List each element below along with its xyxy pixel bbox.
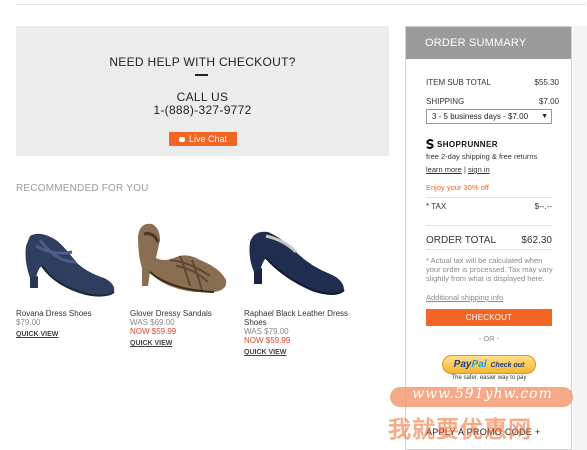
paypal-tagline: The safer, easier way to pay xyxy=(451,375,527,381)
product-card[interactable]: Rovana Dress Shoes $79.00 QUICK VIEW xyxy=(16,206,124,339)
product-image[interactable] xyxy=(130,206,238,306)
phone-number[interactable]: 1-(888)-327-9772 xyxy=(16,103,389,117)
subtotal-label: ITEM SUB TOTAL xyxy=(426,78,491,87)
or-separator: - OR - xyxy=(478,334,500,343)
chat-bubble-icon xyxy=(178,137,185,142)
live-chat-button[interactable]: Live Chat xyxy=(169,132,237,146)
order-total-value: $62.30 xyxy=(521,235,552,246)
product-now-price: NOW $59.99 xyxy=(130,327,177,336)
product-image[interactable] xyxy=(244,206,352,306)
call-us-label: CALL US xyxy=(176,90,229,104)
paypal-checkout-text: Check out xyxy=(490,362,525,369)
product-was-price: WAS $69.00 xyxy=(130,318,175,327)
watermark-text: 我就要优惠网 xyxy=(388,416,532,442)
help-title: NEED HELP WITH CHECKOUT? xyxy=(109,55,296,69)
order-total-label: ORDER TOTAL xyxy=(426,235,497,246)
top-divider xyxy=(16,4,586,5)
divider xyxy=(426,225,552,226)
order-summary-title: ORDER SUMMARY xyxy=(406,27,571,59)
divider xyxy=(426,249,552,250)
divider xyxy=(426,197,552,198)
shipping-label: SHIPPING xyxy=(426,97,465,106)
shipping-value: $7.00 xyxy=(538,97,559,106)
learn-more-link[interactable]: learn more xyxy=(426,165,462,174)
checkout-button[interactable]: CHECKOUT xyxy=(426,309,552,326)
order-total-row: ORDER TOTAL $62.30 xyxy=(426,235,552,246)
subtotal-value: $55.30 xyxy=(534,78,559,87)
product-card[interactable]: Glover Dressy Sandals WAS $69.00 NOW $59… xyxy=(130,206,238,348)
tax-row: * TAX $--.-- xyxy=(426,202,552,211)
product-price: $79.00 xyxy=(16,318,41,327)
paypal-logo: Pay xyxy=(453,359,472,370)
page-scrollbar[interactable] xyxy=(573,26,587,450)
sign-in-link[interactable]: sign in xyxy=(468,165,490,174)
tax-value: $--.-- xyxy=(534,202,552,211)
shipping-method-value: 3 - 5 business days - $7.00 xyxy=(432,112,529,121)
shoprunner-brand: SHOPRUNNER xyxy=(437,139,498,149)
watermark-url: www.591yhw.com xyxy=(412,386,553,402)
product-name[interactable]: Glover Dressy Sandals xyxy=(130,309,238,318)
shoprunner-desc: free 2-day shipping & free returns xyxy=(426,152,538,161)
chevron-down-icon: ▼ xyxy=(539,110,548,123)
subtotal-row: ITEM SUB TOTAL $55.30 xyxy=(426,78,559,87)
help-divider xyxy=(195,74,208,76)
tax-label: * TAX xyxy=(426,202,447,211)
product-card[interactable]: Raphael Black Leather Dress Shoes WAS $7… xyxy=(244,206,352,357)
shoprunner-icon xyxy=(426,139,434,149)
paypal-checkout-button[interactable]: PayPal Check out xyxy=(442,355,536,374)
product-now-price: NOW $59.99 xyxy=(244,336,291,345)
shoprunner-logo: SHOPRUNNER xyxy=(426,139,498,149)
link-separator: | xyxy=(463,165,466,174)
product-name[interactable]: Raphael Black Leather Dress Shoes xyxy=(244,309,352,327)
product-was-price: WAS $79.00 xyxy=(244,327,289,336)
paypal-logo: Pal xyxy=(471,359,487,370)
tax-note: * Actual tax will be calculated when you… xyxy=(426,256,553,283)
recommended-title: RECOMMENDED FOR YOU xyxy=(16,183,149,194)
live-chat-label: Live Chat xyxy=(188,134,228,144)
quick-view-link[interactable]: QUICK VIEW xyxy=(244,348,352,357)
shoprunner-links: learn more | sign in xyxy=(426,165,490,174)
shipping-row: SHIPPING $7.00 xyxy=(426,97,559,106)
discount-offer: Enjoy your 30% off xyxy=(426,183,489,192)
shipping-info-link[interactable]: Additional shipping info xyxy=(426,293,503,302)
shipping-method-select[interactable]: 3 - 5 business days - $7.00 ▼ xyxy=(426,109,552,124)
quick-view-link[interactable]: QUICK VIEW xyxy=(130,339,238,348)
quick-view-link[interactable]: QUICK VIEW xyxy=(16,330,124,339)
checkout-help-panel: NEED HELP WITH CHECKOUT? CALL US 1-(888)… xyxy=(16,26,389,156)
product-image[interactable] xyxy=(16,206,124,306)
product-name[interactable]: Rovana Dress Shoes xyxy=(16,309,124,318)
